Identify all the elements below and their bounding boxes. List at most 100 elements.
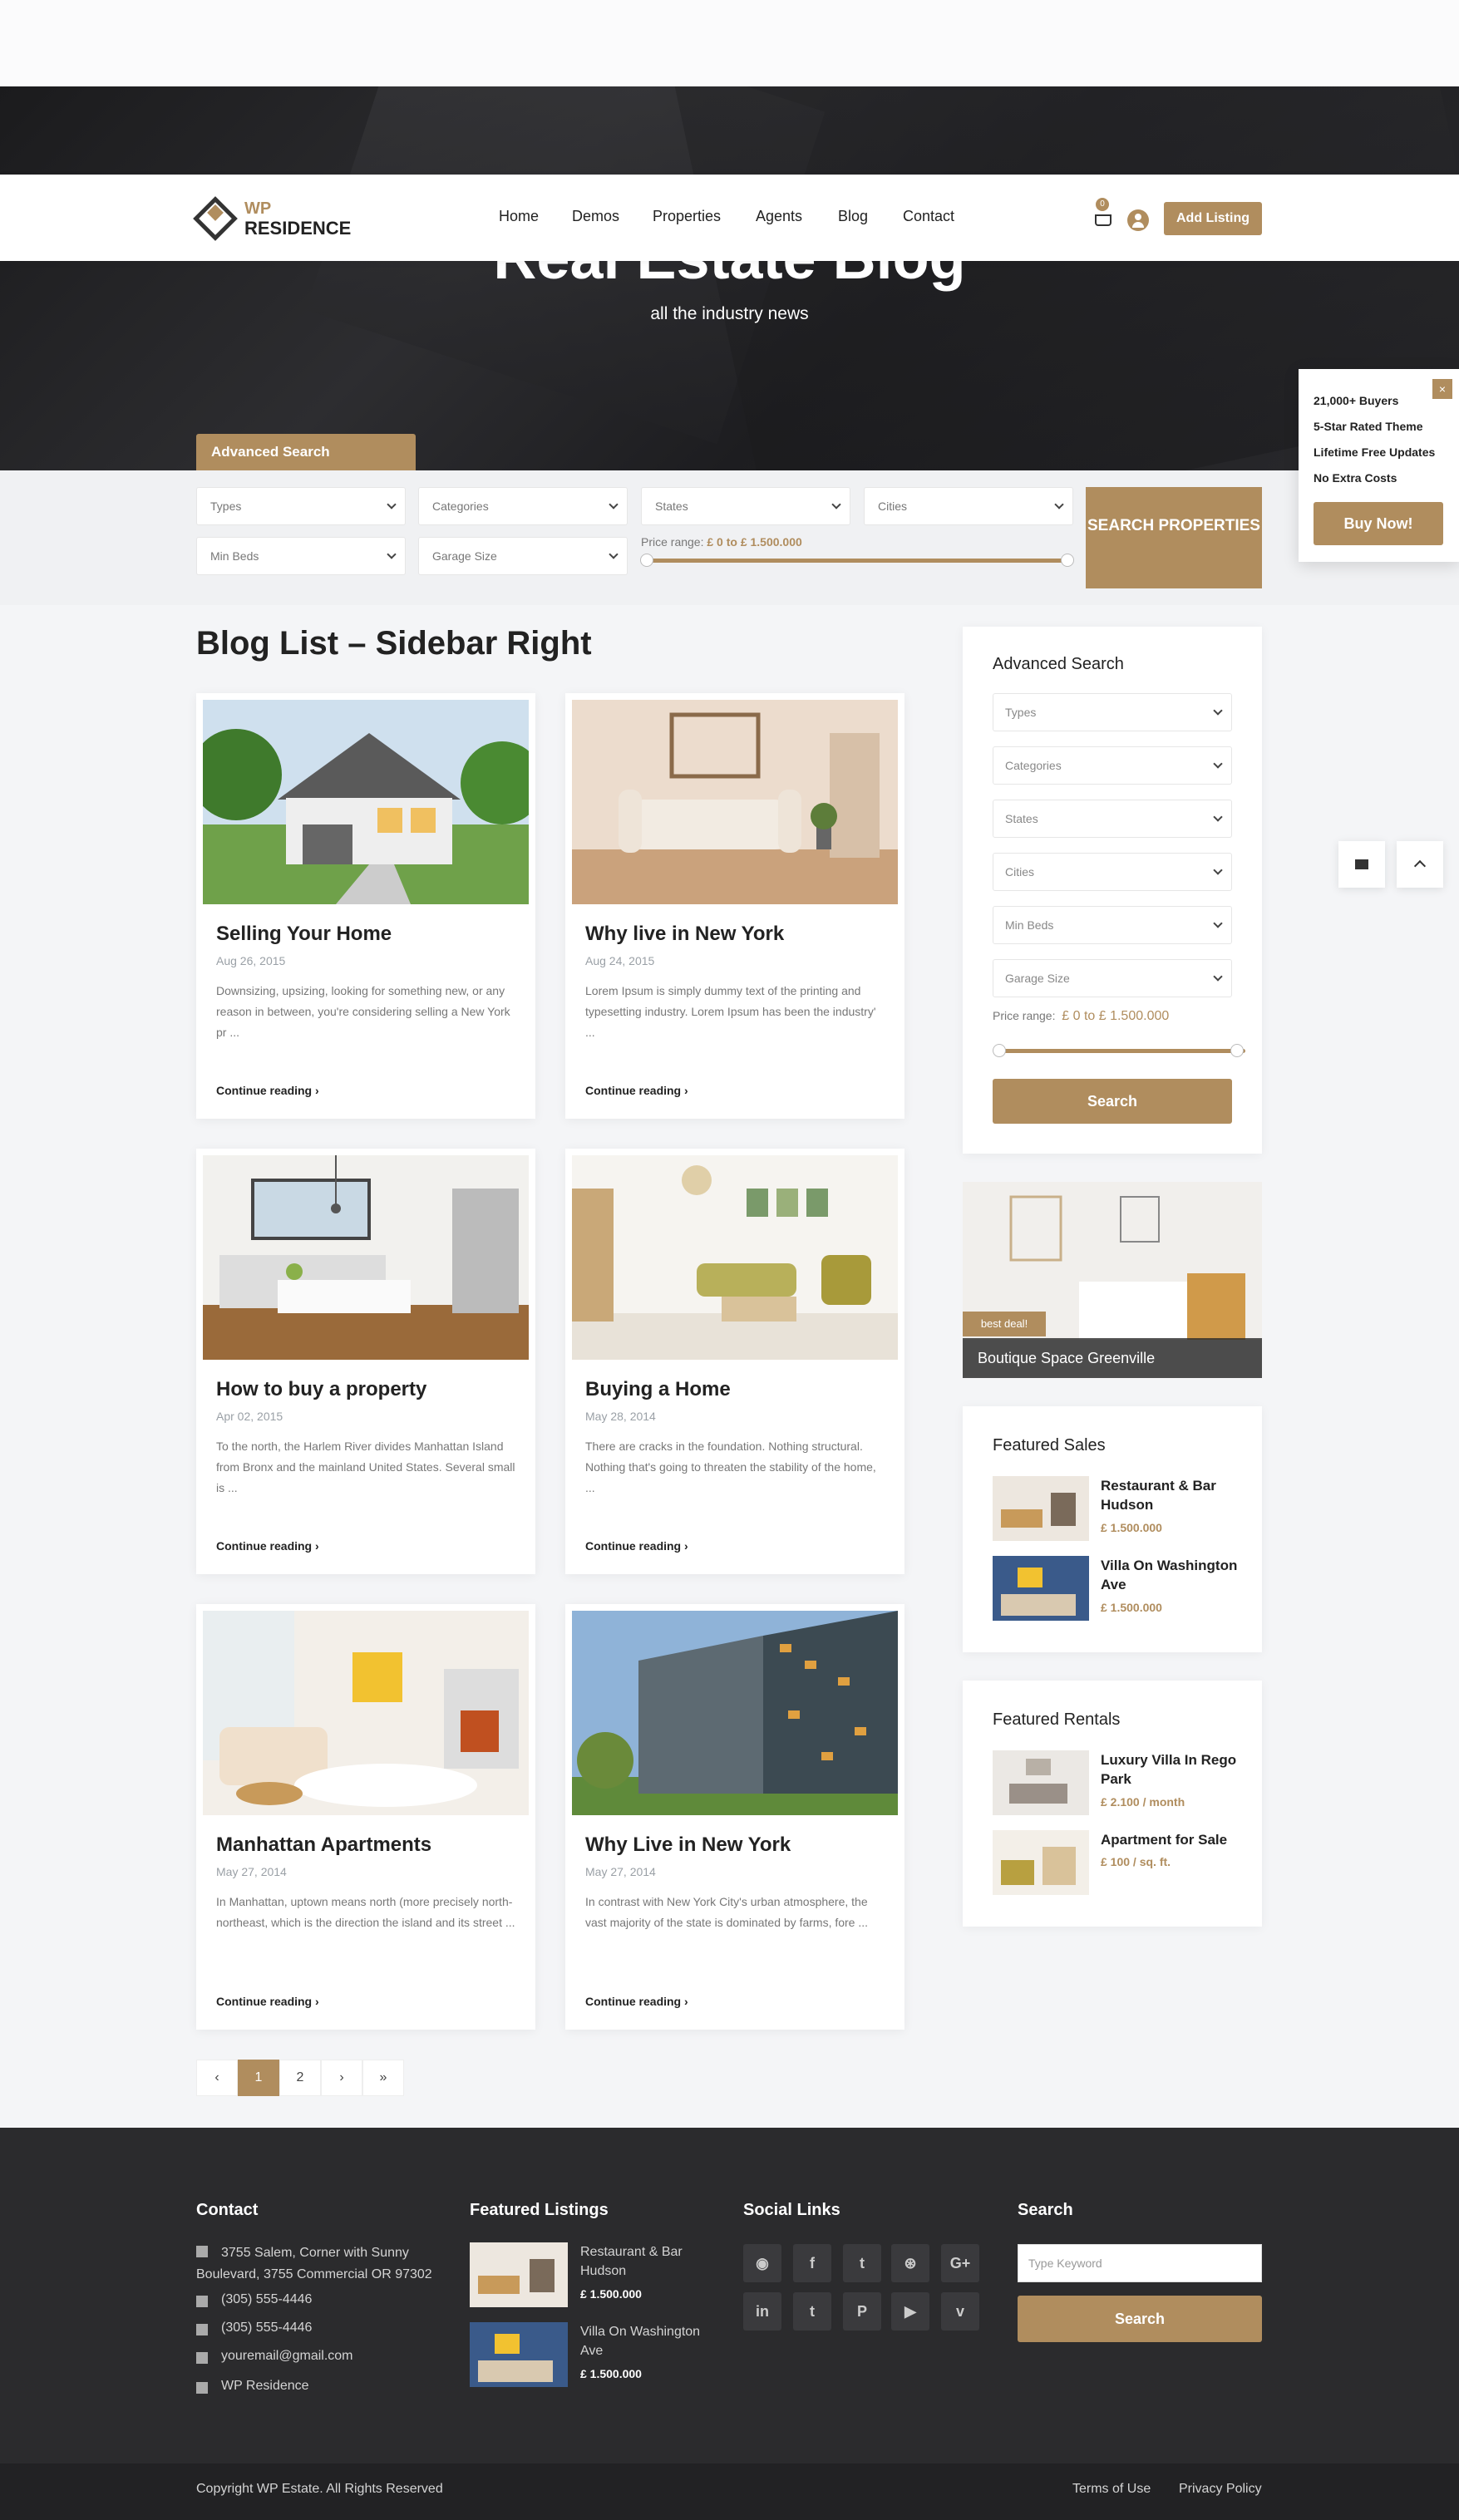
featured-rental-item[interactable]: Apartment for Sale £ 100 / sq. ft. — [993, 1830, 1242, 1895]
best-deal-title[interactable]: Boutique Space Greenville — [963, 1338, 1262, 1378]
close-icon[interactable]: × — [1432, 379, 1452, 399]
footer-phone[interactable]: (305) 555-4446 — [221, 2292, 312, 2307]
footer-featured-thumb[interactable] — [470, 2322, 568, 2387]
rss-icon[interactable]: ◉ — [743, 2244, 781, 2282]
search-properties-button[interactable]: SEARCH PROPERTIES — [1086, 487, 1262, 588]
continue-reading-link[interactable]: Continue reading › — [216, 1539, 319, 1553]
min-beds-select[interactable]: Min Beds — [196, 537, 406, 575]
featured-rental-item[interactable]: Luxury Villa In Rego Park £ 2.100 / mont… — [993, 1750, 1242, 1815]
continue-reading-link[interactable]: Continue reading › — [216, 1084, 319, 1097]
blog-card[interactable]: Buying a Home May 28, 2014 There are cra… — [565, 1149, 904, 1574]
slider-min-handle[interactable] — [640, 554, 653, 567]
post-title[interactable]: Selling Your Home — [216, 923, 392, 946]
pagination-next[interactable]: › — [321, 2060, 362, 2096]
footer-featured-thumb[interactable] — [470, 2242, 568, 2307]
footer-email[interactable]: youremail@gmail.com — [221, 2349, 353, 2364]
vimeo-icon[interactable]: v — [941, 2292, 979, 2331]
blog-card[interactable]: Why Live in New York May 27, 2014 In con… — [565, 1604, 904, 2030]
sidebar-min-beds-select[interactable]: Min Beds — [993, 906, 1232, 944]
featured-thumb[interactable] — [993, 1830, 1089, 1895]
featured-thumb[interactable] — [993, 1556, 1089, 1621]
footer-featured-title-2[interactable]: Villa On Washington Ave — [580, 2322, 722, 2360]
sidebar-categories-select[interactable]: Categories — [993, 746, 1232, 785]
logo[interactable]: WP RESIDENCE — [193, 196, 351, 243]
featured-sale-item[interactable]: Restaurant & Bar Hudson £ 1.500.000 — [993, 1476, 1242, 1541]
featured-rental-title[interactable]: Luxury Villa In Rego Park — [1101, 1750, 1242, 1789]
post-title[interactable]: Manhattan Apartments — [216, 1833, 431, 1857]
sidebar-search-button[interactable]: Search — [993, 1079, 1232, 1124]
footer-featured-title-1[interactable]: Restaurant & Bar Hudson — [580, 2242, 722, 2281]
post-image[interactable] — [572, 700, 898, 904]
slider-max-handle[interactable] — [1061, 554, 1074, 567]
privacy-link[interactable]: Privacy Policy — [1179, 2482, 1262, 2497]
pagination-page-2[interactable]: 2 — [279, 2060, 321, 2096]
google-plus-icon[interactable]: G+ — [941, 2244, 979, 2282]
nav-home[interactable]: Home — [499, 208, 539, 225]
post-title[interactable]: Why Live in New York — [585, 1833, 791, 1857]
post-image[interactable] — [203, 1155, 529, 1360]
featured-rental-title[interactable]: Apartment for Sale — [1101, 1830, 1242, 1849]
facebook-icon[interactable]: f — [793, 2244, 831, 2282]
post-image[interactable] — [572, 1155, 898, 1360]
cart-icon[interactable]: 0 — [1094, 198, 1112, 228]
pagination-page-1[interactable]: 1 — [238, 2060, 279, 2096]
sidebar-states-select[interactable]: States — [993, 800, 1232, 838]
garage-select[interactable]: Garage Size — [418, 537, 628, 575]
cities-select[interactable]: Cities — [864, 487, 1073, 525]
states-select[interactable]: States — [641, 487, 850, 525]
dribbble-icon[interactable]: ⊛ — [891, 2244, 929, 2282]
advanced-search-tab[interactable]: Advanced Search — [196, 434, 416, 470]
types-select[interactable]: Types — [196, 487, 406, 525]
post-image[interactable] — [203, 700, 529, 904]
featured-thumb[interactable] — [993, 1476, 1089, 1541]
price-slider[interactable] — [647, 559, 1067, 563]
blog-card[interactable]: Manhattan Apartments May 27, 2014 In Man… — [196, 1604, 535, 2030]
featured-thumb[interactable] — [993, 1750, 1089, 1815]
post-excerpt: Downsizing, upsizing, looking for someth… — [216, 984, 510, 1039]
nav-blog[interactable]: Blog — [838, 208, 868, 225]
post-image[interactable] — [572, 1611, 898, 1815]
sidebar-slider-min-handle[interactable] — [993, 1044, 1006, 1057]
blog-card[interactable]: Selling Your Home Aug 26, 2015 Downsizin… — [196, 693, 535, 1119]
footer-search-button[interactable]: Search — [1018, 2296, 1262, 2342]
sidebar-price-slider[interactable] — [999, 1049, 1245, 1053]
post-title[interactable]: Why live in New York — [585, 923, 784, 946]
nav-properties[interactable]: Properties — [653, 208, 721, 225]
featured-sale-title[interactable]: Restaurant & Bar Hudson — [1101, 1476, 1242, 1514]
categories-select[interactable]: Categories — [418, 487, 628, 525]
sidebar-garage-select[interactable]: Garage Size — [993, 959, 1232, 997]
nav-demos[interactable]: Demos — [572, 208, 619, 225]
back-to-top-button[interactable] — [1397, 841, 1443, 888]
continue-reading-link[interactable]: Continue reading › — [585, 1084, 688, 1097]
sidebar-cities-select[interactable]: Cities — [993, 853, 1232, 891]
terms-link[interactable]: Terms of Use — [1072, 2482, 1151, 2497]
best-deal-card[interactable]: best deal! Boutique Space Greenville — [963, 1182, 1262, 1378]
sidebar-types-select[interactable]: Types — [993, 693, 1232, 731]
pagination-last[interactable]: » — [362, 2060, 404, 2096]
twitter-icon[interactable]: t — [843, 2244, 881, 2282]
pagination-prev[interactable]: ‹ — [196, 2060, 238, 2096]
featured-sale-title[interactable]: Villa On Washington Ave — [1101, 1556, 1242, 1594]
tumblr-icon[interactable]: t — [793, 2292, 831, 2331]
nav-contact[interactable]: Contact — [903, 208, 954, 225]
youtube-icon[interactable]: ▶ — [891, 2292, 929, 2331]
sidebar-slider-max-handle[interactable] — [1230, 1044, 1244, 1057]
buy-now-button[interactable]: Buy Now! — [1314, 502, 1443, 545]
post-image[interactable] — [203, 1611, 529, 1815]
post-title[interactable]: Buying a Home — [585, 1378, 731, 1401]
blog-card[interactable]: Why live in New York Aug 24, 2015 Lorem … — [565, 693, 904, 1119]
nav-agents[interactable]: Agents — [756, 208, 802, 225]
footer-search-input[interactable]: Type Keyword — [1018, 2244, 1262, 2282]
add-listing-button[interactable]: Add Listing — [1164, 202, 1262, 235]
footer-website[interactable]: WP Residence — [221, 2379, 309, 2394]
post-title[interactable]: How to buy a property — [216, 1378, 426, 1401]
continue-reading-link[interactable]: Continue reading › — [216, 1995, 319, 2008]
linkedin-icon[interactable]: in — [743, 2292, 781, 2331]
pinterest-icon[interactable]: P — [843, 2292, 881, 2331]
user-icon[interactable] — [1127, 209, 1149, 231]
blog-card[interactable]: How to buy a property Apr 02, 2015 To th… — [196, 1149, 535, 1574]
featured-sale-item[interactable]: Villa On Washington Ave £ 1.500.000 — [993, 1556, 1242, 1621]
continue-reading-link[interactable]: Continue reading › — [585, 1539, 688, 1553]
contact-float-button[interactable] — [1338, 841, 1385, 888]
continue-reading-link[interactable]: Continue reading › — [585, 1995, 688, 2008]
